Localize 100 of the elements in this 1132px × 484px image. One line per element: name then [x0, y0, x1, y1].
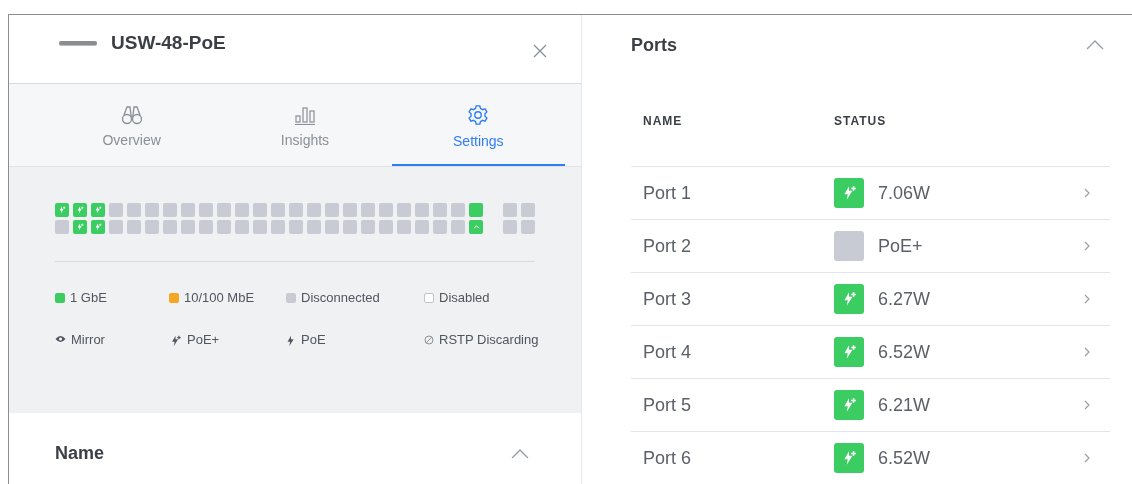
legend-label: 10/100 MbE: [184, 290, 255, 305]
legend-label: PoE: [301, 332, 326, 347]
chevron-right-icon[interactable]: [1084, 453, 1090, 463]
port-indicator[interactable]: [343, 203, 357, 217]
port-indicator[interactable]: [433, 220, 447, 234]
port-indicator[interactable]: [163, 220, 177, 234]
section-title: Ports: [631, 34, 677, 56]
port-indicator[interactable]: [109, 220, 123, 234]
port-indicator[interactable]: [379, 203, 393, 217]
chevron-right-icon[interactable]: [1084, 294, 1090, 304]
port-indicator[interactable]: [181, 203, 195, 217]
port-indicator[interactable]: [379, 220, 393, 234]
port-indicator[interactable]: [55, 203, 69, 217]
port-indicator[interactable]: [199, 203, 213, 217]
legend-label: RSTP Discarding: [439, 332, 539, 347]
port-indicator[interactable]: [325, 203, 339, 217]
port-indicator[interactable]: [235, 220, 249, 234]
port-status: 7.06W: [878, 182, 932, 204]
port-indicator[interactable]: [397, 203, 411, 217]
port-indicator[interactable]: [307, 203, 321, 217]
tab[interactable]: Insights: [218, 84, 392, 166]
port-indicator[interactable]: [199, 220, 213, 234]
port-indicator[interactable]: [325, 220, 339, 234]
port-indicator[interactable]: [343, 220, 357, 234]
port-indicator[interactable]: [415, 203, 429, 217]
close-icon[interactable]: [533, 44, 547, 58]
bar-chart-icon: [294, 105, 316, 125]
bolt-icon: [286, 335, 296, 347]
port-indicator[interactable]: [73, 220, 87, 234]
port-status: 6.52W: [878, 341, 932, 363]
bolt-icon: [76, 206, 84, 214]
port-indicator[interactable]: [253, 220, 267, 234]
port-indicator[interactable]: [521, 203, 535, 217]
port-indicator[interactable]: [145, 203, 159, 217]
port-indicator[interactable]: [469, 203, 483, 217]
port-indicator[interactable]: [361, 203, 375, 217]
chevron-right-icon[interactable]: [1084, 400, 1090, 410]
port-name: Port 5: [643, 394, 693, 416]
bolt-icon: [169, 335, 182, 347]
port-indicator[interactable]: [73, 203, 87, 217]
chevron-right-icon[interactable]: [1084, 347, 1090, 357]
port-indicator[interactable]: [451, 220, 465, 234]
port-indicator[interactable]: [181, 220, 195, 234]
port-indicator[interactable]: [271, 203, 285, 217]
bolt-icon: [94, 223, 102, 231]
port-indicator[interactable]: [109, 203, 123, 217]
section-title: Name: [55, 443, 105, 464]
port-name: Port 3: [643, 288, 693, 310]
chevron-right-icon[interactable]: [1084, 188, 1090, 198]
blocked-icon: [424, 335, 434, 345]
port-name: Port 1: [643, 182, 693, 204]
port-indicator[interactable]: [91, 203, 105, 217]
chevron-right-icon[interactable]: [1084, 241, 1090, 251]
port-indicator[interactable]: [469, 220, 483, 234]
port-indicator[interactable]: [451, 203, 465, 217]
port-status: 6.21W: [878, 394, 932, 416]
port-indicator[interactable]: [127, 220, 141, 234]
port-indicator[interactable]: [127, 203, 141, 217]
port-indicator[interactable]: [217, 203, 231, 217]
bolt-icon: [94, 206, 102, 214]
legend-label: Mirror: [71, 332, 105, 347]
port-indicator[interactable]: [521, 220, 535, 234]
bolt-icon: [76, 223, 84, 231]
settings-icon: [467, 104, 490, 126]
port-indicator[interactable]: [253, 203, 267, 217]
port-indicator[interactable]: [271, 220, 285, 234]
port-indicator[interactable]: [55, 220, 69, 234]
column-header: NAME: [643, 113, 684, 128]
port-indicator[interactable]: [433, 203, 447, 217]
port-indicator[interactable]: [397, 220, 411, 234]
port-indicator[interactable]: [163, 203, 177, 217]
switch-icon: [59, 41, 97, 45]
port-indicator[interactable]: [307, 220, 321, 234]
port-indicator[interactable]: [235, 203, 249, 217]
legend-label: 1 GbE: [70, 290, 107, 305]
port-status: 6.52W: [878, 447, 932, 469]
port-indicator[interactable]: [503, 220, 517, 234]
port-status: 6.27W: [878, 288, 932, 310]
legend-label: PoE+: [187, 332, 220, 347]
port-indicator[interactable]: [91, 220, 105, 234]
port-indicator[interactable]: [503, 203, 517, 217]
port-indicator[interactable]: [217, 220, 231, 234]
port-name: Port 6: [643, 447, 693, 469]
port-indicator[interactable]: [145, 220, 159, 234]
tab[interactable]: Overview: [45, 84, 219, 166]
chevron-up-icon[interactable]: [1086, 40, 1104, 50]
legend-label: Disabled: [439, 290, 490, 305]
eye-icon: [55, 335, 66, 343]
port-indicator[interactable]: [415, 220, 429, 234]
caret-up-icon: [472, 225, 480, 229]
column-header: STATUS: [834, 113, 888, 128]
device-title: USW-48-PoE: [111, 32, 227, 54]
port-status: PoE+: [878, 235, 924, 257]
bolt-icon: [58, 206, 66, 214]
port-name: Port 2: [643, 235, 693, 257]
port-indicator[interactable]: [361, 220, 375, 234]
port-indicator[interactable]: [289, 203, 303, 217]
chevron-up-icon[interactable]: [511, 448, 529, 459]
port-indicator[interactable]: [289, 220, 303, 234]
legend-label: Disconnected: [301, 290, 380, 305]
